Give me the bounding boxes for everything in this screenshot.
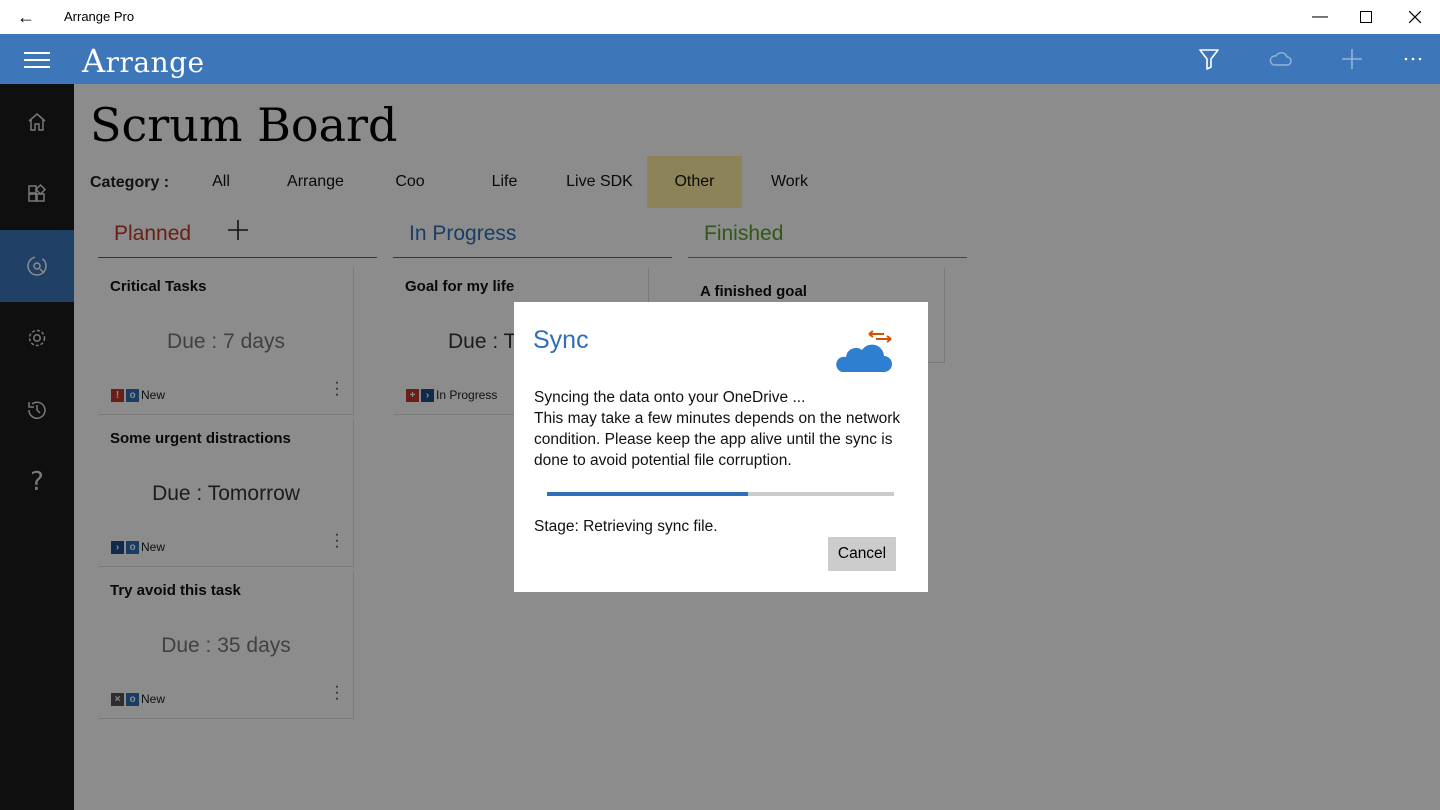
add-icon[interactable] [1330, 42, 1374, 76]
window-title: Arrange Pro [64, 9, 135, 24]
sync-stage: Stage: Retrieving sync file. [534, 518, 718, 535]
progress-fill [547, 492, 749, 496]
dialog-message-line: done to avoid potential file corruption. [534, 452, 792, 469]
dialog-message: Syncing the data onto your OneDrive ... … [534, 387, 914, 471]
sync-dialog: Sync Syncing the data onto your OneDrive… [514, 302, 928, 592]
cancel-button[interactable]: Cancel [828, 537, 896, 571]
dialog-title: Sync [533, 326, 589, 354]
filter-icon[interactable] [1187, 42, 1231, 76]
app-bar: Arrange [0, 34, 1440, 84]
app-logo: Arrange [82, 42, 205, 80]
dialog-message-line: This may take a few minutes depends on t… [534, 410, 901, 427]
maximize-icon[interactable] [1342, 0, 1390, 34]
close-icon[interactable] [1391, 0, 1439, 34]
onedrive-sync-icon [834, 328, 894, 378]
cloud-sync-icon[interactable] [1258, 42, 1302, 76]
back-arrow-icon[interactable]: ← [12, 6, 40, 28]
dialog-message-line: Syncing the data onto your OneDrive ... [534, 389, 806, 406]
hamburger-menu-icon[interactable] [20, 48, 54, 72]
sync-progress-bar [547, 492, 894, 496]
dialog-message-line: condition. Please keep the app alive unt… [534, 431, 893, 448]
more-icon[interactable] [1391, 42, 1435, 76]
minimize-icon[interactable]: — [1296, 0, 1344, 34]
title-bar: ← Arrange Pro — [0, 0, 1440, 34]
